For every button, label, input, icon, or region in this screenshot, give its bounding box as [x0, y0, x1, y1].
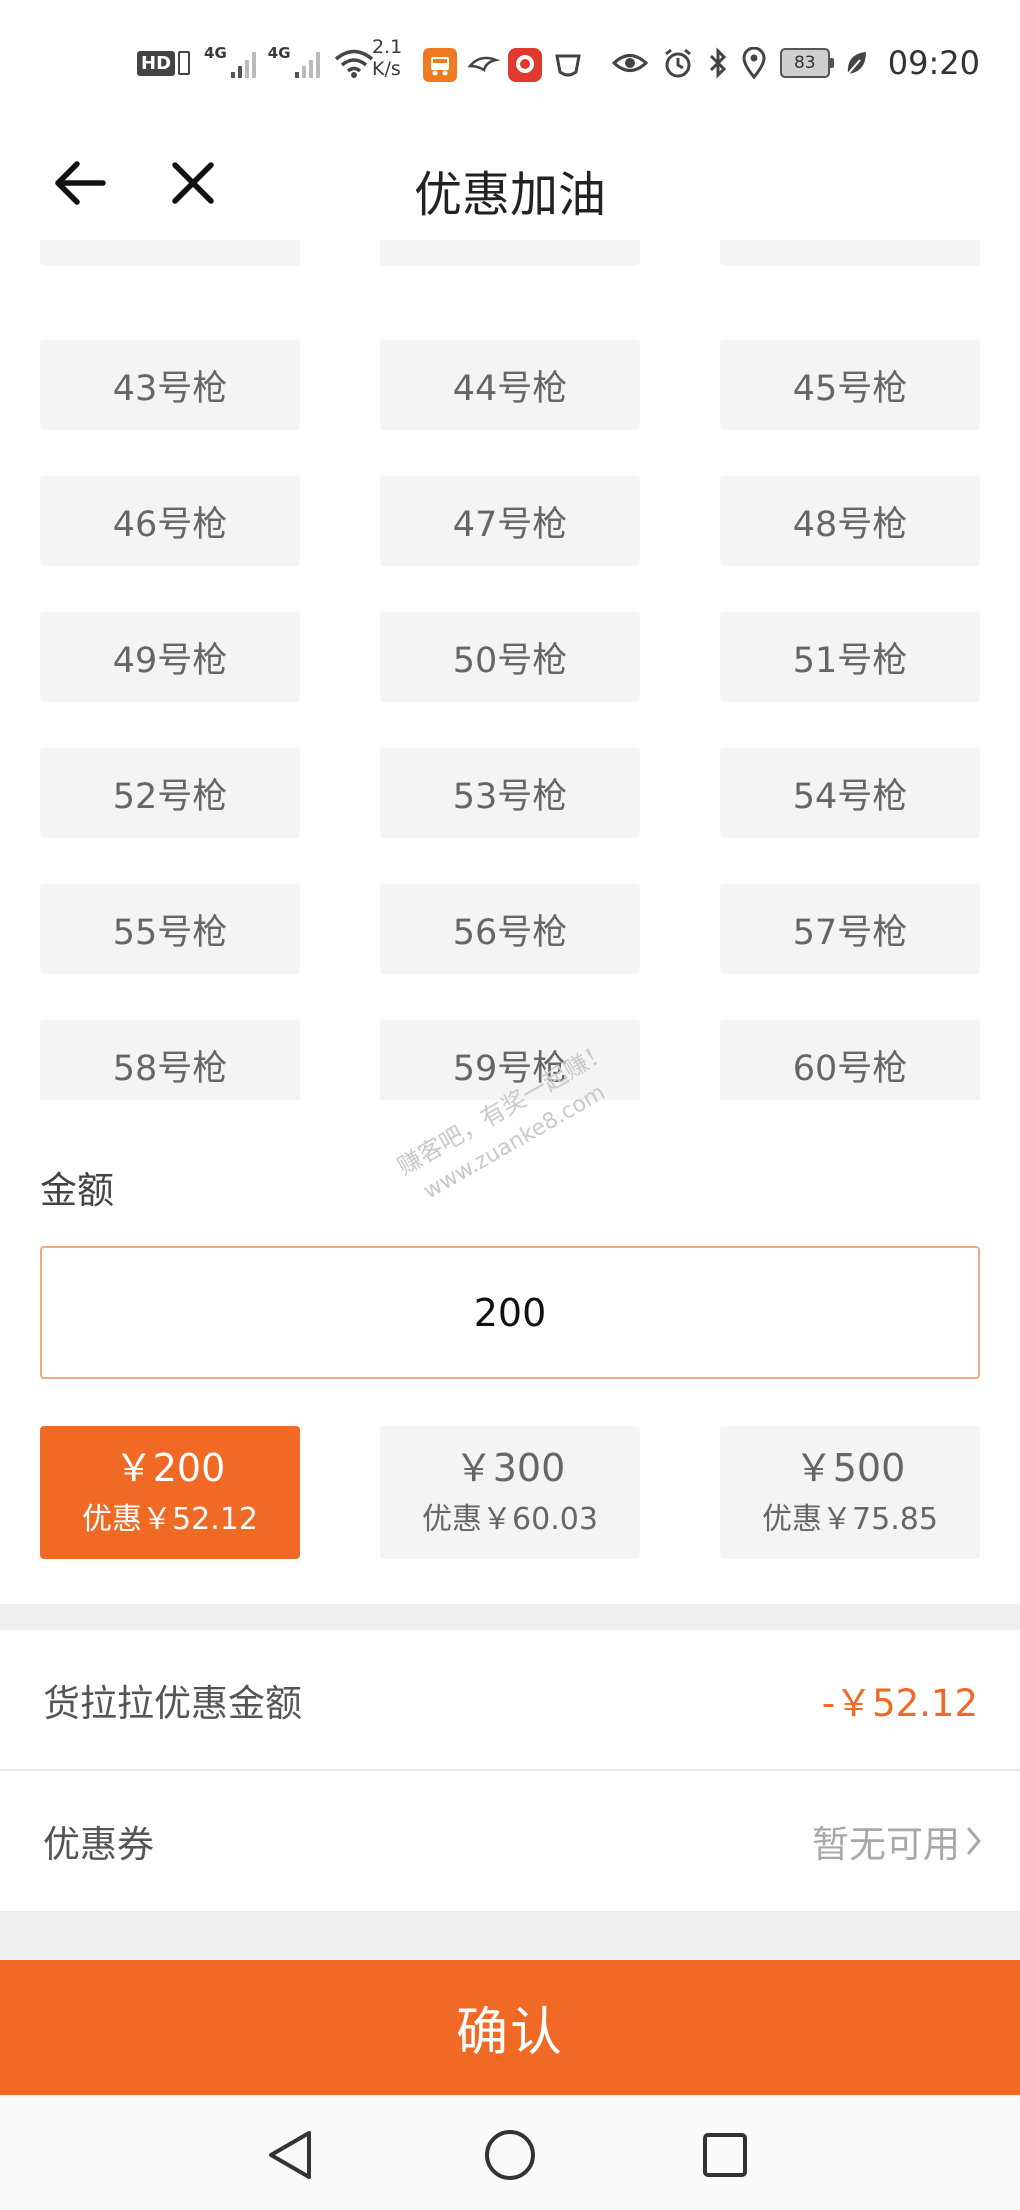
nozzle-option[interactable]	[380, 240, 640, 266]
preset-amount: ￥300	[454, 1445, 566, 1490]
preset-amount: ￥500	[794, 1445, 906, 1490]
nozzle-option[interactable]: 53号枪	[380, 748, 640, 838]
alarm-icon	[664, 48, 691, 78]
preset-discount: 优惠￥52.12	[82, 1501, 258, 1537]
nozzle-option[interactable]: 51号枪	[720, 612, 980, 702]
nozzle-option[interactable]	[720, 240, 980, 266]
nav-recents-button[interactable]	[690, 2120, 760, 2190]
coupon-value: 暂无可用	[812, 1823, 960, 1866]
nav-back-button[interactable]	[255, 2120, 325, 2190]
net-speed-unit: K/s	[372, 58, 401, 80]
section-divider	[0, 1911, 1020, 1960]
preset-discount: 优惠￥60.03	[422, 1501, 598, 1537]
nozzle-option[interactable]: 52号枪	[40, 748, 300, 838]
amount-label: 金额	[40, 1169, 114, 1212]
bluetooth-icon	[709, 47, 726, 79]
nozzle-option[interactable]: 50号枪	[380, 612, 640, 702]
nozzle-option[interactable]: 57号枪	[720, 884, 980, 974]
signal-icon-1	[230, 48, 256, 78]
nozzle-option[interactable]: 49号枪	[40, 612, 300, 702]
eye-icon	[611, 54, 648, 72]
system-nav-bar	[0, 2095, 1020, 2210]
nozzle-option[interactable]: 54号枪	[720, 748, 980, 838]
nozzle-grid: 43号枪 44号枪 45号枪 46号枪 47号枪 48号枪 49号枪 50号枪 …	[40, 240, 980, 1100]
network-indicators: HD 4G 4G	[137, 40, 374, 86]
nozzle-option[interactable]: 59号枪	[380, 1020, 640, 1100]
nozzle-option[interactable]: 56号枪	[380, 884, 640, 974]
coupon-label: 优惠券	[43, 1823, 154, 1866]
preset-discount: 优惠￥75.85	[762, 1501, 938, 1537]
net-speed: 2.1 K/s	[372, 36, 402, 80]
network-type-2: 4G	[267, 44, 291, 62]
signal-icon-2	[294, 48, 320, 78]
preset-amount: ￥200	[114, 1445, 226, 1490]
preset-amount-button[interactable]: ￥500 优惠￥75.85	[720, 1426, 980, 1559]
nav-home-button[interactable]	[475, 2120, 545, 2190]
confirm-button[interactable]: 确认	[0, 1960, 1020, 2095]
nav-back-icon	[269, 2131, 311, 2179]
status-right: 83 09:20	[611, 40, 980, 86]
battery-icon: 83	[779, 48, 834, 78]
preset-amount-button[interactable]: ￥200 优惠￥52.12	[40, 1426, 300, 1559]
location-icon	[742, 47, 766, 79]
nav-recents-icon	[703, 2133, 747, 2177]
nozzle-option[interactable]: 44号枪	[380, 340, 640, 430]
hd-icon: HD	[137, 50, 176, 76]
clock: 09:20	[887, 44, 980, 82]
status-bar: HD 4G 4G 2.1 K/s 83 09:20	[0, 0, 1020, 125]
discount-amount-label: 货拉拉优惠金额	[43, 1682, 302, 1725]
coupon-row[interactable]: 优惠券 暂无可用	[0, 1771, 1020, 1911]
nozzle-option[interactable]: 58号枪	[40, 1020, 300, 1100]
preset-amount-button[interactable]: ￥300 优惠￥60.03	[380, 1426, 640, 1559]
bird-app-icon	[466, 48, 501, 82]
wifi-icon	[334, 49, 373, 78]
nozzle-option[interactable]: 60号枪	[720, 1020, 980, 1100]
title-bar: 优惠加油	[0, 125, 1020, 240]
discount-amount-value: -￥52.12	[821, 1682, 978, 1725]
discount-amount-row: 货拉拉优惠金额 -￥52.12	[0, 1630, 1020, 1770]
cup-app-icon	[551, 48, 585, 82]
amount-input[interactable]: 200	[40, 1246, 980, 1379]
nozzle-option[interactable]	[40, 240, 300, 266]
nozzle-option[interactable]: 55号枪	[40, 884, 300, 974]
nozzle-option[interactable]: 48号枪	[720, 476, 980, 566]
nav-home-icon	[485, 2130, 535, 2180]
leaf-icon	[847, 52, 866, 75]
network-type-1: 4G	[204, 44, 227, 62]
nozzle-option[interactable]: 47号枪	[380, 476, 640, 566]
nozzle-option[interactable]: 45号枪	[720, 340, 980, 430]
truck-app-icon	[423, 48, 457, 82]
nozzle-option[interactable]: 46号枪	[40, 476, 300, 566]
nozzle-option[interactable]: 43号枪	[40, 340, 300, 430]
net-speed-value: 2.1	[372, 36, 403, 58]
section-divider	[0, 1604, 1020, 1630]
page-title: 优惠加油	[413, 167, 606, 223]
red-app-icon	[508, 48, 542, 82]
battery-level: 83	[793, 53, 816, 73]
chevron-right-icon	[967, 1827, 981, 1855]
sim-icon	[178, 51, 191, 75]
